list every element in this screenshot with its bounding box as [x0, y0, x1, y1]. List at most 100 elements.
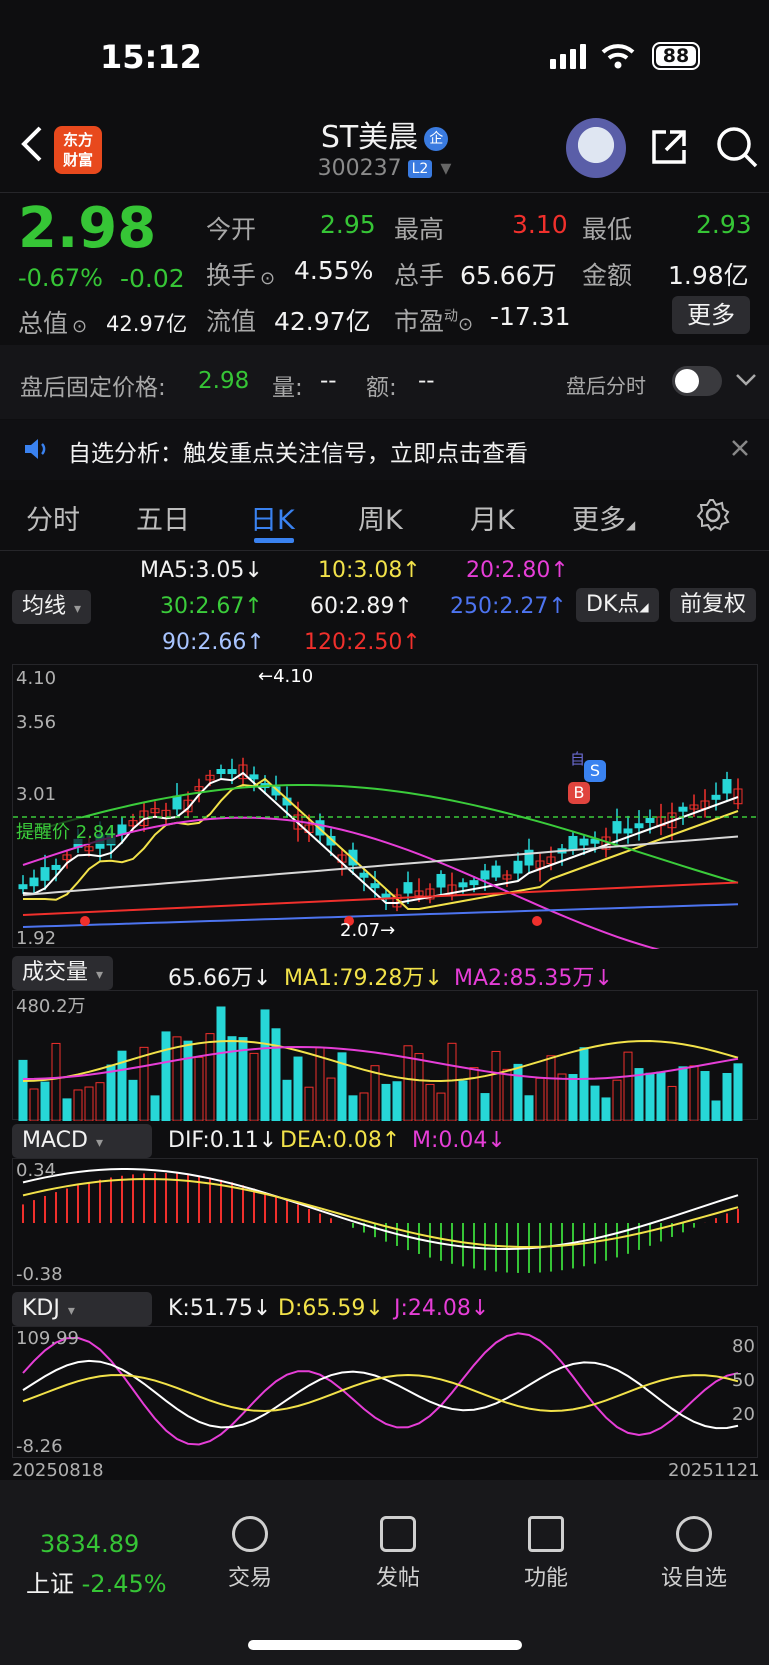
macd-dea-value: DEA:0.08 — [280, 1128, 382, 1153]
search-icon[interactable] — [714, 124, 760, 170]
turnover-value: 4.55% — [294, 256, 374, 285]
after-hours-toggle[interactable] — [672, 366, 722, 396]
kdj-svg — [22, 1332, 739, 1446]
candle-body — [436, 873, 446, 888]
volume-bar — [51, 1042, 61, 1122]
indicator-select-volume[interactable]: 成交量 — [12, 956, 114, 990]
change-value: -0.02 — [120, 264, 185, 293]
price-adjust-button[interactable]: 前复权 — [670, 588, 757, 622]
kdj-ref-50: 50 — [732, 1370, 755, 1391]
volume-chart[interactable] — [12, 990, 758, 1122]
nav-trade[interactable]: 交易 — [190, 1516, 310, 1592]
low-label: 最低 — [582, 215, 633, 244]
volume-value-text: 65.66万 — [168, 966, 253, 991]
volume-bar — [183, 1040, 193, 1122]
ma120-arrow: ↑ — [402, 630, 421, 655]
volume-bar — [447, 1042, 457, 1122]
volume-bar — [733, 1063, 743, 1122]
volume-value-label: 65.66万↓ — [168, 960, 271, 992]
kdj-chart[interactable] — [12, 1326, 758, 1458]
tab-five-day[interactable]: 五日 — [136, 498, 190, 537]
volume-bar — [414, 1053, 424, 1122]
volume-ma1-label: MA1:79.28万↓ — [284, 960, 443, 992]
macd-dea-label: DEA:0.08↑ — [280, 1128, 400, 1153]
after-hours-vol: -- — [320, 368, 337, 394]
nav-post-label: 发帖 — [375, 1566, 420, 1591]
settings-gear-icon[interactable] — [696, 498, 730, 532]
nav-add-watchlist-label: 设自选 — [660, 1566, 727, 1591]
kline-y-label-bottom: 1.92 — [16, 928, 57, 949]
volume-bar — [392, 1081, 402, 1122]
macd-select-label: MACD — [22, 1128, 88, 1153]
index-row[interactable]: 上证 -2.45% — [26, 1564, 167, 1599]
tab-more[interactable]: 更多◢ — [572, 498, 635, 537]
share-icon[interactable] — [648, 126, 690, 168]
ma60-label: 60:2.89↑ — [310, 594, 413, 619]
tab-intraday[interactable]: 分时 — [26, 498, 80, 537]
sell-tag[interactable]: S — [584, 760, 606, 782]
volume-bar — [557, 1073, 567, 1122]
volume-bar — [491, 1050, 501, 1122]
ma60-line — [22, 835, 739, 896]
volume-ma2-arrow: ↓ — [594, 966, 613, 991]
more-button[interactable]: 更多 — [672, 296, 750, 334]
volume-bar — [568, 1074, 578, 1122]
last-price: 2.98 — [18, 196, 157, 261]
kdj-y-top: 109.99 — [16, 1328, 79, 1349]
indicator-select-macd[interactable]: MACD — [12, 1124, 152, 1158]
low-value: 2.93 — [696, 210, 752, 239]
tab-weekly-k[interactable]: 周K — [358, 498, 403, 537]
after-hours-amt: -- — [418, 368, 435, 394]
candle-body — [249, 774, 259, 780]
candle-body — [623, 828, 633, 834]
ma60-arrow: ↑ — [394, 594, 413, 619]
float-label: 流值 — [206, 307, 257, 336]
candle-body — [458, 882, 468, 888]
ma30-arrow: ↑ — [244, 594, 263, 619]
macd-dif-value: DIF:0.11 — [168, 1128, 259, 1153]
close-icon[interactable] — [730, 438, 750, 458]
buy-tag[interactable]: B — [568, 782, 590, 804]
tab-daily-k[interactable]: 日K — [250, 498, 295, 537]
chevron-down-icon[interactable] — [734, 372, 758, 388]
volume-bar — [502, 1068, 512, 1122]
volume-bar — [579, 1047, 589, 1122]
amount-value: 1.98亿 — [668, 261, 749, 290]
tab-monthly-k[interactable]: 月K — [470, 498, 515, 537]
kline-chart[interactable] — [12, 664, 759, 965]
kdj-j-value: J:24.08 — [394, 1296, 471, 1321]
volume-bar — [425, 1083, 435, 1122]
indicator-select-ma[interactable]: 均线 — [12, 590, 92, 624]
ma30-line — [22, 784, 739, 884]
indicator-select-kdj[interactable]: KDJ — [12, 1292, 152, 1326]
dk-point-button[interactable]: DK点◢ — [576, 588, 659, 622]
reminder-price-label[interactable]: 提醒价 2.84 — [16, 818, 116, 844]
volume-y-label: 480.2万 — [16, 996, 86, 1017]
nav-post[interactable]: 发帖 — [338, 1516, 458, 1592]
nav-functions[interactable]: 功能 — [486, 1516, 606, 1592]
macd-m-label: M:0.04↓ — [412, 1128, 506, 1153]
home-indicator — [248, 1640, 522, 1650]
candle-body — [480, 870, 490, 880]
ma120-value: 120:2.50 — [304, 630, 403, 655]
ma120-label: 120:2.50↑ — [304, 630, 421, 655]
index-value[interactable]: 3834.89 — [40, 1530, 139, 1558]
kdj-j-line — [22, 1332, 739, 1446]
nav-add-watchlist[interactable]: 设自选 — [634, 1516, 754, 1592]
robot-assistant-icon[interactable] — [566, 118, 626, 178]
stock-name: ST美晨 — [320, 120, 419, 155]
volume-bar — [304, 1086, 314, 1122]
volume-bar — [667, 1085, 677, 1122]
macd-chart[interactable] — [12, 1158, 758, 1286]
low-marker: 2.07→ — [340, 920, 396, 941]
candle-body — [491, 865, 501, 878]
ma10-value: 10:3.08 — [318, 558, 403, 583]
volume-bar — [513, 1063, 523, 1122]
volume-bar — [62, 1098, 72, 1122]
volume-bar — [150, 1095, 160, 1122]
notice-text[interactable]: 自选分析：触发重点关注信号，立即点击查看 — [68, 434, 528, 468]
kline-y-label-3: 3.01 — [16, 784, 57, 805]
volume-bar — [216, 1006, 226, 1122]
macd-m-arrow: ↓ — [487, 1128, 506, 1153]
ma10-label: 10:3.08↑ — [318, 558, 421, 583]
